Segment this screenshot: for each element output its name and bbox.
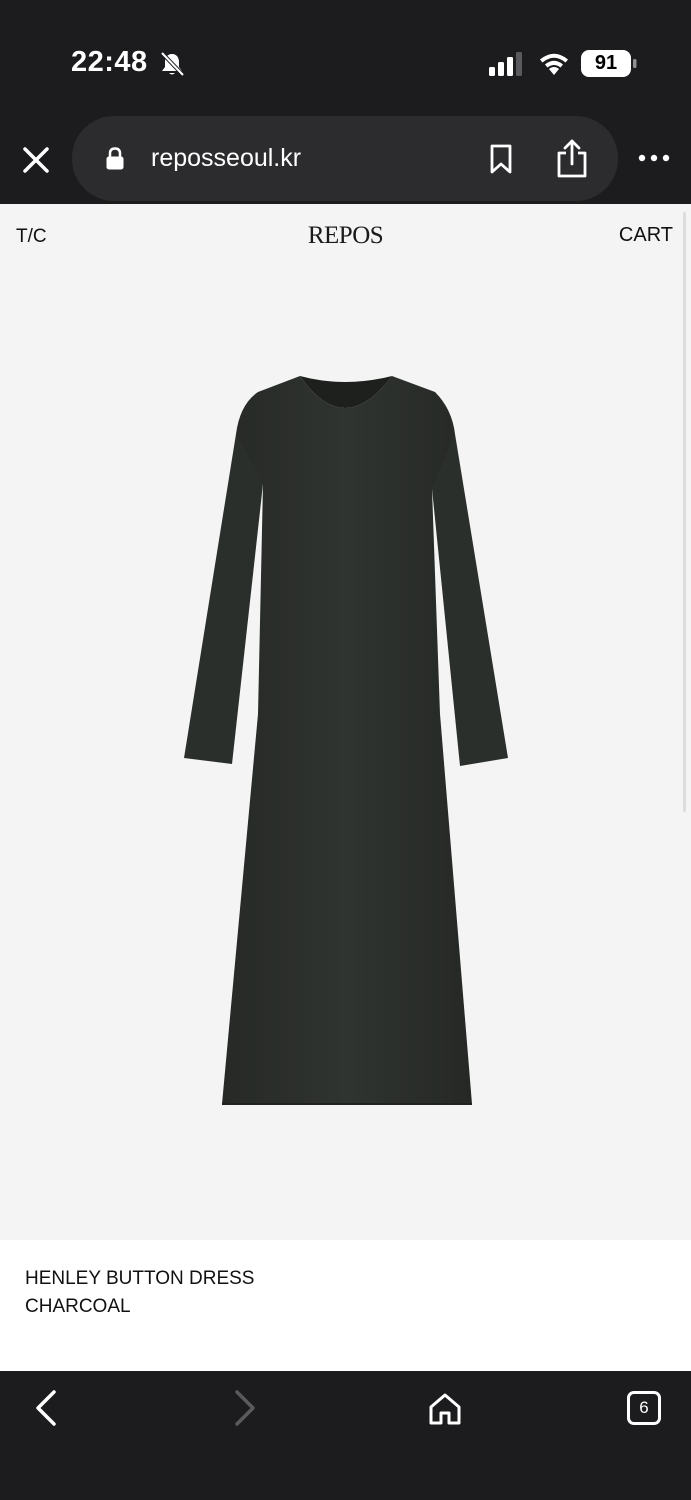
share-icon[interactable] [556,138,588,178]
more-icon[interactable] [637,150,671,166]
bookmark-icon[interactable] [488,144,514,174]
wifi-icon [540,53,568,75]
url-text: reposseoul.kr [151,144,302,172]
screen: 22:48 91 reposseoul.kr T/C REPOS CART HE… [0,0,691,1500]
close-icon[interactable] [18,142,54,178]
battery-icon: 91 [581,50,637,77]
battery-level: 91 [594,52,618,74]
back-icon[interactable] [33,1389,59,1427]
status-time: 22:48 [71,46,148,78]
browser-toolbar: 6 [0,1371,691,1500]
bell-slash-icon [160,51,185,77]
web-page: T/C REPOS CART HENLEY BUTTON DRESS CHARC… [0,204,691,1371]
brand-logo[interactable]: REPOS [0,222,691,250]
tab-count: 6 [639,1398,649,1417]
lock-icon [106,147,124,170]
product-color: CHARCOAL [25,1296,131,1317]
forward-icon[interactable] [232,1389,258,1427]
product-name[interactable]: HENLEY BUTTON DRESS [25,1268,254,1290]
product-image[interactable] [0,264,691,1240]
tabs-icon[interactable]: 6 [627,1391,661,1425]
browser-bar: reposseoul.kr [0,116,691,204]
home-icon[interactable] [427,1391,463,1427]
status-bar: 22:48 91 [0,0,691,116]
cellular-signal-icon [489,52,522,76]
cart-link[interactable]: CART [619,224,673,247]
dress-illustration [184,376,508,1105]
address-bar[interactable]: reposseoul.kr [72,116,618,201]
product-info: HENLEY BUTTON DRESS CHARCOAL [0,1240,691,1371]
